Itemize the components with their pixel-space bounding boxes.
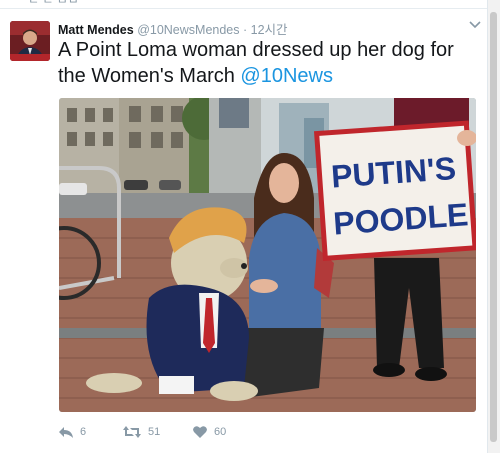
reply-icon <box>59 427 73 438</box>
scrollbar[interactable] <box>487 0 500 453</box>
like-button[interactable]: 60 <box>192 425 226 439</box>
tweet-text: A Point Loma woman dressed up her dog fo… <box>58 37 478 89</box>
previous-tweet-text: ㄴ ㄴ ㅁㅂ <box>28 0 79 7</box>
avatar[interactable] <box>10 21 50 61</box>
mention-link[interactable]: @10News <box>240 65 333 87</box>
scrollbar-thumb[interactable] <box>490 12 497 442</box>
header-separator: · <box>243 23 248 37</box>
retweet-count: 51 <box>148 426 161 438</box>
reply-count: 6 <box>80 426 87 438</box>
like-count: 60 <box>214 426 227 438</box>
tweet-header: Matt Mendes @10NewsMendes · 12시간 <box>58 19 288 38</box>
photo-scene: PUTIN'S POODLE <box>59 98 476 412</box>
tweet-card[interactable]: Matt Mendes @10NewsMendes · 12시간 A Point… <box>0 8 487 454</box>
avatar-image <box>10 21 50 61</box>
author-name[interactable]: Matt Mendes <box>58 23 134 37</box>
author-handle[interactable]: @10NewsMendes <box>137 23 239 37</box>
tweet-actions: 6 51 60 <box>58 425 358 447</box>
heart-icon <box>193 426 207 438</box>
retweet-button[interactable]: 51 <box>122 425 160 439</box>
timestamp[interactable]: 12시간 <box>251 23 288 37</box>
reply-button[interactable]: 6 <box>58 425 86 439</box>
more-options-chevron-icon[interactable] <box>466 15 484 33</box>
retweet-icon <box>123 426 141 438</box>
previous-tweet-edge: ㄴ ㄴ ㅁㅂ <box>0 0 500 8</box>
tweet-photo[interactable]: PUTIN'S POODLE <box>59 98 476 412</box>
